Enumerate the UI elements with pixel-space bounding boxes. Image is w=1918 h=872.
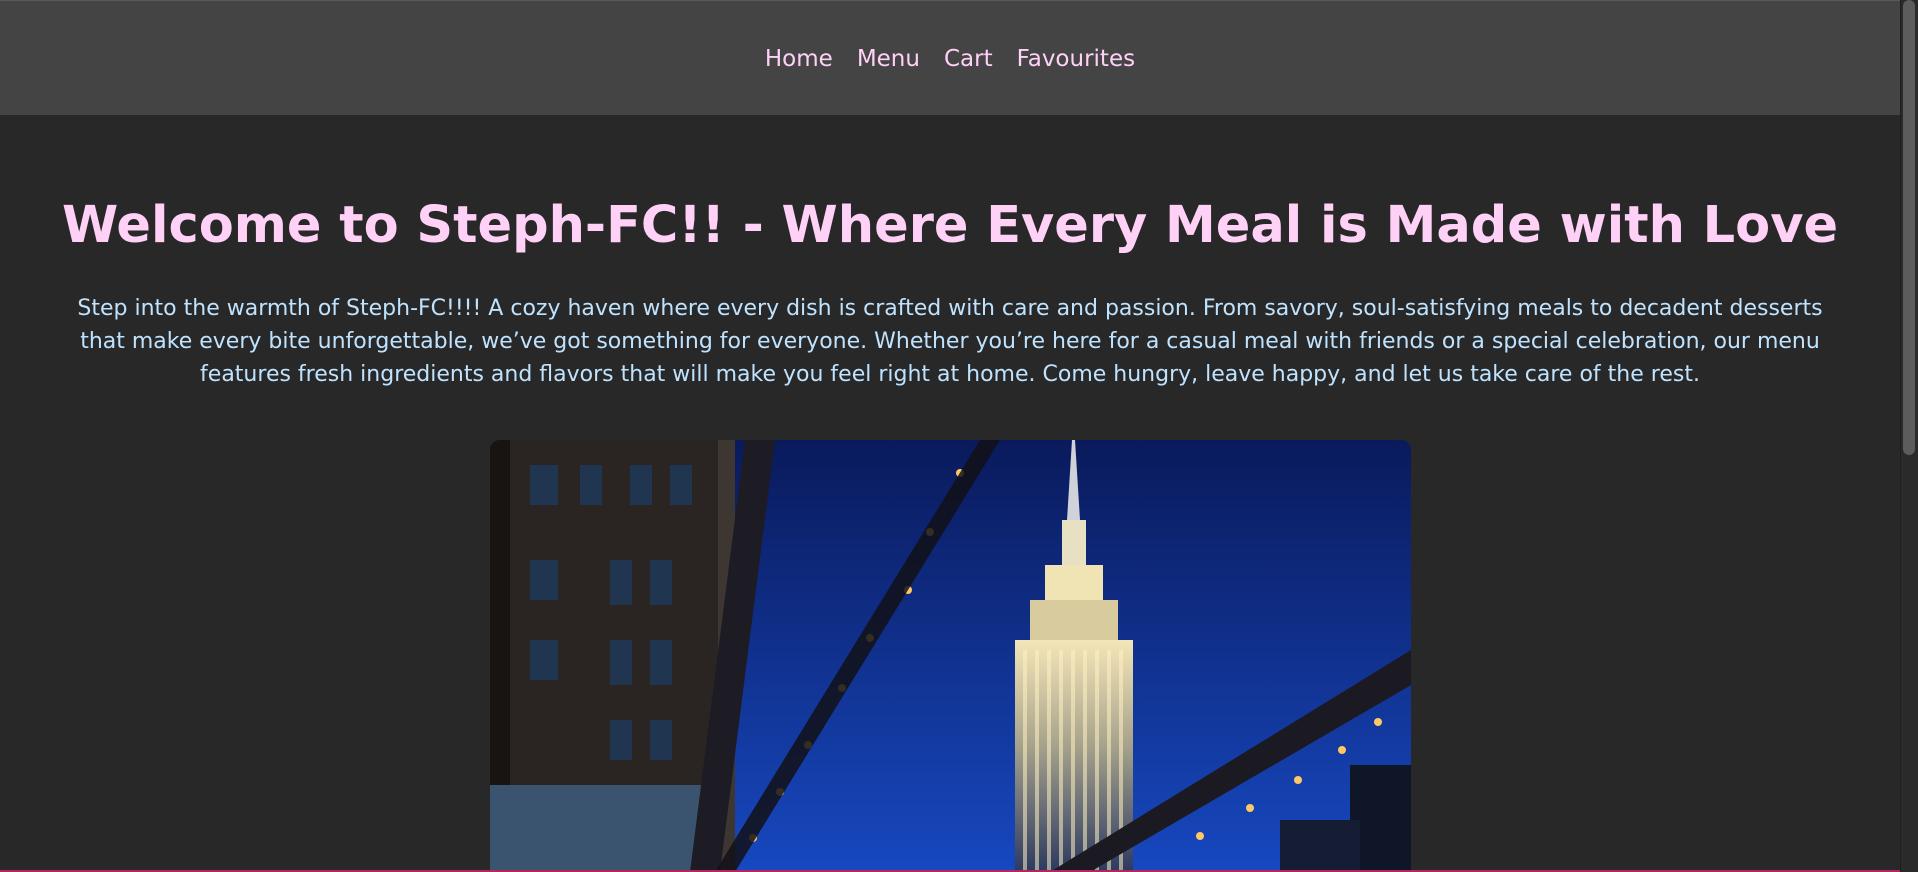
page-scrollbar[interactable] xyxy=(1900,0,1918,872)
hero-image-empire-state-building xyxy=(490,440,1411,872)
nav-home-link[interactable]: Home xyxy=(765,44,833,74)
hero-description: Step into the warmth of Steph-FC!!!! A c… xyxy=(77,296,1823,387)
nav-menu-link[interactable]: Menu xyxy=(857,44,920,74)
nav-favourites-link[interactable]: Favourites xyxy=(1017,44,1135,74)
nav-cart-link[interactable]: Cart xyxy=(944,44,993,74)
scrollbar-thumb[interactable] xyxy=(1903,0,1915,455)
top-navbar: Home Menu Cart Favourites xyxy=(0,0,1900,115)
hero-title: Welcome to Steph-FC!! - Where Every Meal… xyxy=(61,196,1839,255)
